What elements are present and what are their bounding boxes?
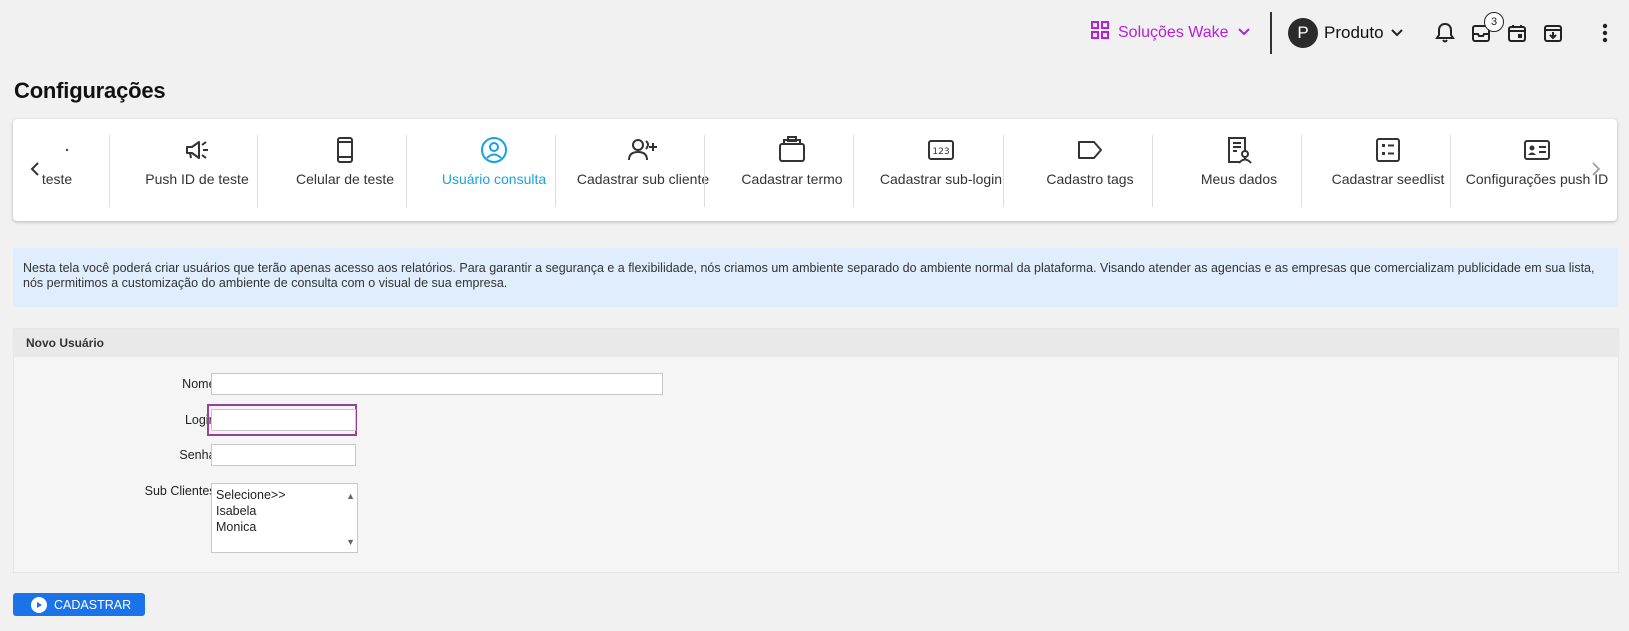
tab-meus-dados[interactable]: Meus dados (1165, 135, 1313, 207)
svg-text:123: 123 (932, 147, 949, 157)
play-icon (31, 596, 47, 613)
header-divider (1270, 12, 1272, 54)
partial-icon (45, 135, 69, 165)
subclientes-label: Sub Clientes: (144, 484, 219, 498)
tab-label: Meus dados (1200, 171, 1278, 187)
nome-input[interactable] (211, 373, 663, 395)
senha-input[interactable] (211, 444, 356, 466)
briefcase-icon (777, 135, 807, 165)
tab-label: Cadastrar termo (741, 171, 843, 187)
tab-label: Cadastro tags (1046, 171, 1134, 187)
tab-cadastro-tags[interactable]: Cadastro tags (1016, 135, 1164, 207)
login-label: Login: (184, 413, 219, 427)
add-user-icon (627, 135, 659, 165)
info-banner: Nesta tela você poderá criar usuários qu… (13, 248, 1618, 307)
subclientes-listbox[interactable]: Selecione>> Isabela Monica ▲ ▼ (211, 483, 358, 553)
cadastrar-label: CADASTRAR (54, 597, 132, 612)
tab-push-id-de-teste[interactable]: Push ID de teste (123, 135, 271, 207)
notification-badge: 3 (1484, 12, 1504, 32)
tab-cadastrar-seedlist[interactable]: Cadastrar seedlist (1314, 135, 1462, 207)
tab-label: Push ID de teste (145, 171, 249, 187)
list-item[interactable]: Isabela (216, 503, 353, 519)
tab-divider (1450, 135, 1451, 207)
list-icon (1375, 135, 1401, 165)
chevron-down-icon (1237, 24, 1251, 42)
solucoes-wake-dropdown[interactable]: Soluções Wake (1090, 20, 1251, 45)
phone-icon (335, 135, 355, 165)
tab-label: Cadastrar sub-login (879, 171, 1003, 187)
download-box-icon[interactable] (1540, 20, 1566, 46)
more-vert-icon[interactable] (1592, 20, 1618, 46)
tab-divider (555, 135, 556, 207)
tab-divider (853, 135, 854, 207)
bell-icon[interactable] (1432, 20, 1458, 46)
tab-divider (109, 135, 110, 207)
produto-dropdown[interactable]: P Produto (1288, 18, 1404, 48)
chevron-right-icon[interactable] (1586, 157, 1606, 181)
id-card-icon (1523, 135, 1551, 165)
inbox-icon[interactable]: 3 (1468, 12, 1504, 46)
senha-label: Senha: (179, 448, 219, 462)
megaphone-icon (183, 135, 211, 165)
apps-grid-icon (1090, 20, 1110, 45)
tab-divider (1301, 135, 1302, 207)
chevron-down-icon (1390, 23, 1404, 43)
tab-usuario-consulta[interactable]: Usuário consulta (420, 135, 568, 207)
cadastrar-button[interactable]: CADASTRAR (13, 593, 145, 616)
scroll-up-icon[interactable]: ▲ (346, 488, 355, 504)
tab-label: Celular de teste (295, 171, 395, 187)
produto-label: Produto (1324, 23, 1384, 42)
tab-teste[interactable]: teste (13, 135, 131, 207)
scroll-down-icon[interactable]: ▼ (346, 534, 355, 550)
list-item[interactable]: Selecione>> (216, 487, 353, 503)
user-circle-icon (480, 135, 508, 165)
tab-label: Cadastrar sub cliente (576, 171, 710, 187)
solucoes-label: Soluções Wake (1118, 23, 1229, 41)
panel-title: Novo Usuário (14, 329, 1618, 357)
number-pad-icon: 123 (927, 135, 955, 165)
tab-label: Usuário consulta (441, 171, 547, 187)
tab-divider (406, 135, 407, 207)
tab-divider (1003, 135, 1004, 207)
settings-tabs: teste Push ID de teste Celular de teste … (13, 119, 1617, 221)
avatar: P (1288, 18, 1318, 48)
tab-divider (1152, 135, 1153, 207)
login-input[interactable] (211, 409, 356, 431)
calendar-icon[interactable] (1504, 20, 1530, 46)
tab-celular-de-teste[interactable]: Celular de teste (271, 135, 419, 207)
tab-cadastrar-sub-login[interactable]: 123 Cadastrar sub-login (867, 135, 1015, 207)
tab-cadastrar-termo[interactable]: Cadastrar termo (718, 135, 866, 207)
top-header: Soluções Wake P Produto 3 (0, 0, 1629, 66)
tab-divider (704, 135, 705, 207)
tab-label: Cadastrar seedlist (1331, 171, 1445, 187)
tab-divider (257, 135, 258, 207)
profile-doc-icon (1225, 135, 1253, 165)
list-item[interactable]: Monica (216, 519, 353, 535)
tab-label: teste (41, 171, 73, 187)
page-title: Configurações (14, 78, 166, 103)
new-user-panel: Novo Usuário Nome: Login: Senha: Sub Cli… (13, 328, 1619, 573)
tab-cadastrar-sub-cliente[interactable]: Cadastrar sub cliente (569, 135, 717, 207)
tag-icon (1076, 135, 1104, 165)
nome-label: Nome: (182, 377, 219, 391)
